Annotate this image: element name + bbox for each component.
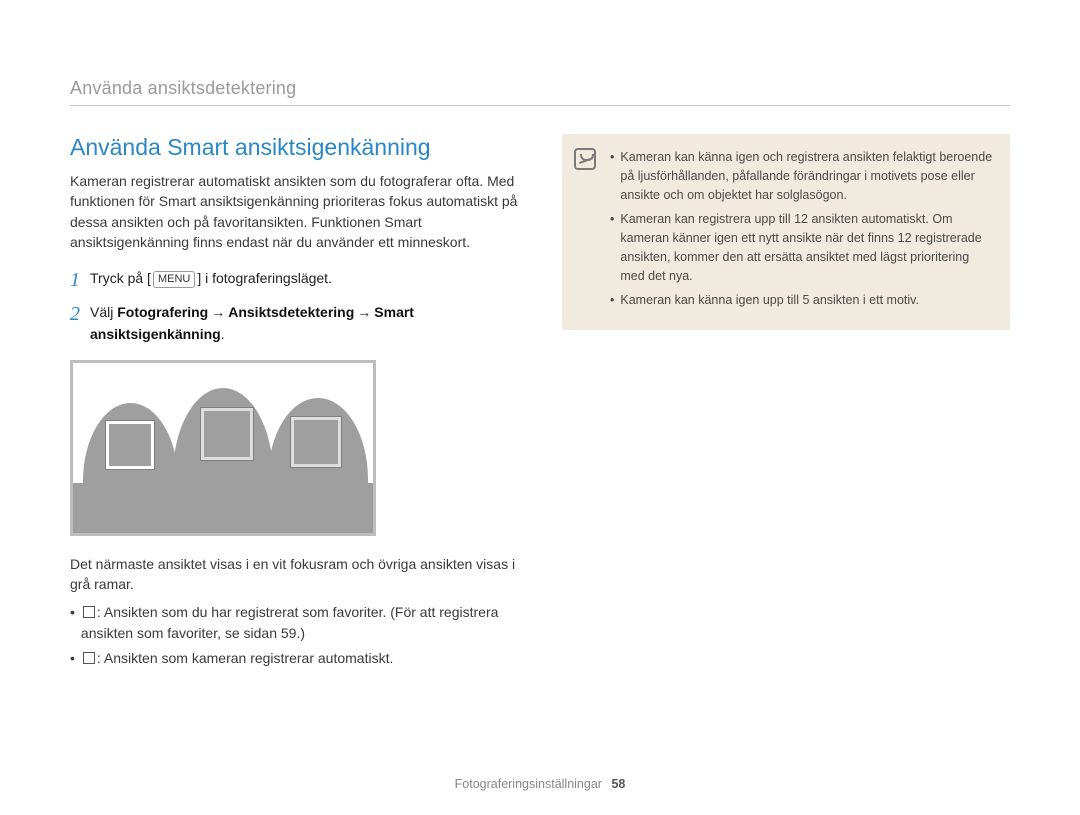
breadcrumb: Använda ansiktsdetektering [70,78,1010,106]
bullet-icon: • [70,602,75,644]
focus-frame-white [106,421,154,469]
legend-item-content: : Ansikten som kameran registrerar autom… [81,648,393,669]
step-1: 1 Tryck på [MENU] i fotograferingsläget. [70,268,518,292]
menu-chip: MENU [153,271,195,288]
right-column: •Kameran kan känna igen och registrera a… [562,134,1010,330]
section-intro: Kameran registrerar automatiskt ansikten… [70,171,518,252]
info-item: •Kameran kan registrera upp till 12 ansi… [610,210,994,285]
info-item: • Kameran kan känna igen upp till 5 ansik… [610,291,994,310]
step-2-lead: Välj [90,304,117,320]
info-text: Kameran kan känna igen och registrera an… [620,148,994,204]
square-icon [83,606,95,618]
legend-item-content: : Ansikten som du har registrerat som fa… [81,602,518,644]
info-item: •Kameran kan känna igen och registrera a… [610,148,994,204]
note-icon [574,148,596,170]
steps-list: 1 Tryck på [MENU] i fotograferingsläget.… [70,268,518,345]
example-image [70,360,376,536]
bullet-icon: • [70,648,75,669]
bullet-icon: • [610,291,614,310]
left-column: Använda Smart ansiktsigenkänning Kameran… [70,134,518,673]
info-box: •Kameran kan känna igen och registrera a… [562,134,1010,330]
focus-frame-gray [291,417,341,467]
info-list: •Kameran kan känna igen och registrera a… [610,148,994,310]
step-2-b1: Fotografering [117,304,208,320]
section-title: Använda Smart ansiktsigenkänning [70,134,518,161]
footer-label: Fotograferingsinställningar [455,777,602,791]
step-1-pre: Tryck på [ [90,270,151,286]
arrow-icon: → [208,304,228,320]
page-number: 58 [611,777,625,791]
legend-list: • : Ansikten som du har registrerat som … [70,602,518,669]
step-1-post: ] i fotograferingsläget. [197,270,332,286]
silhouette-shoulders [73,483,373,533]
focus-frame-gray [201,408,253,460]
footer: Fotograferingsinställningar 58 [0,777,1080,791]
step-number: 2 [70,302,80,345]
info-text: Kameran kan registrera upp till 12 ansik… [620,210,994,285]
step-2-tail: . [221,326,225,342]
bullet-icon: • [610,148,614,204]
legend-text-2: : Ansikten som kameran registrerar autom… [97,650,393,666]
square-icon [83,652,95,664]
step-1-text: Tryck på [MENU] i fotograferingsläget. [90,268,332,292]
arrow-icon: → [354,304,374,320]
legend-item-auto: • : Ansikten som kameran registrerar aut… [70,648,518,669]
step-2-text: Välj Fotografering→Ansiktsdetektering→Sm… [90,302,518,345]
step-2: 2 Välj Fotografering→Ansiktsdetektering→… [70,302,518,345]
step-2-b2: Ansiktsdetektering [228,304,354,320]
legend-text-1: : Ansikten som du har registrerat som fa… [81,604,498,641]
step-number: 1 [70,268,80,292]
info-text: Kameran kan känna igen upp till 5 ansikt… [620,291,919,310]
bullet-icon: • [610,210,614,285]
legend-item-favorite: • : Ansikten som du har registrerat som … [70,602,518,644]
after-image-text: Det närmaste ansiktet visas i en vit fok… [70,554,518,595]
